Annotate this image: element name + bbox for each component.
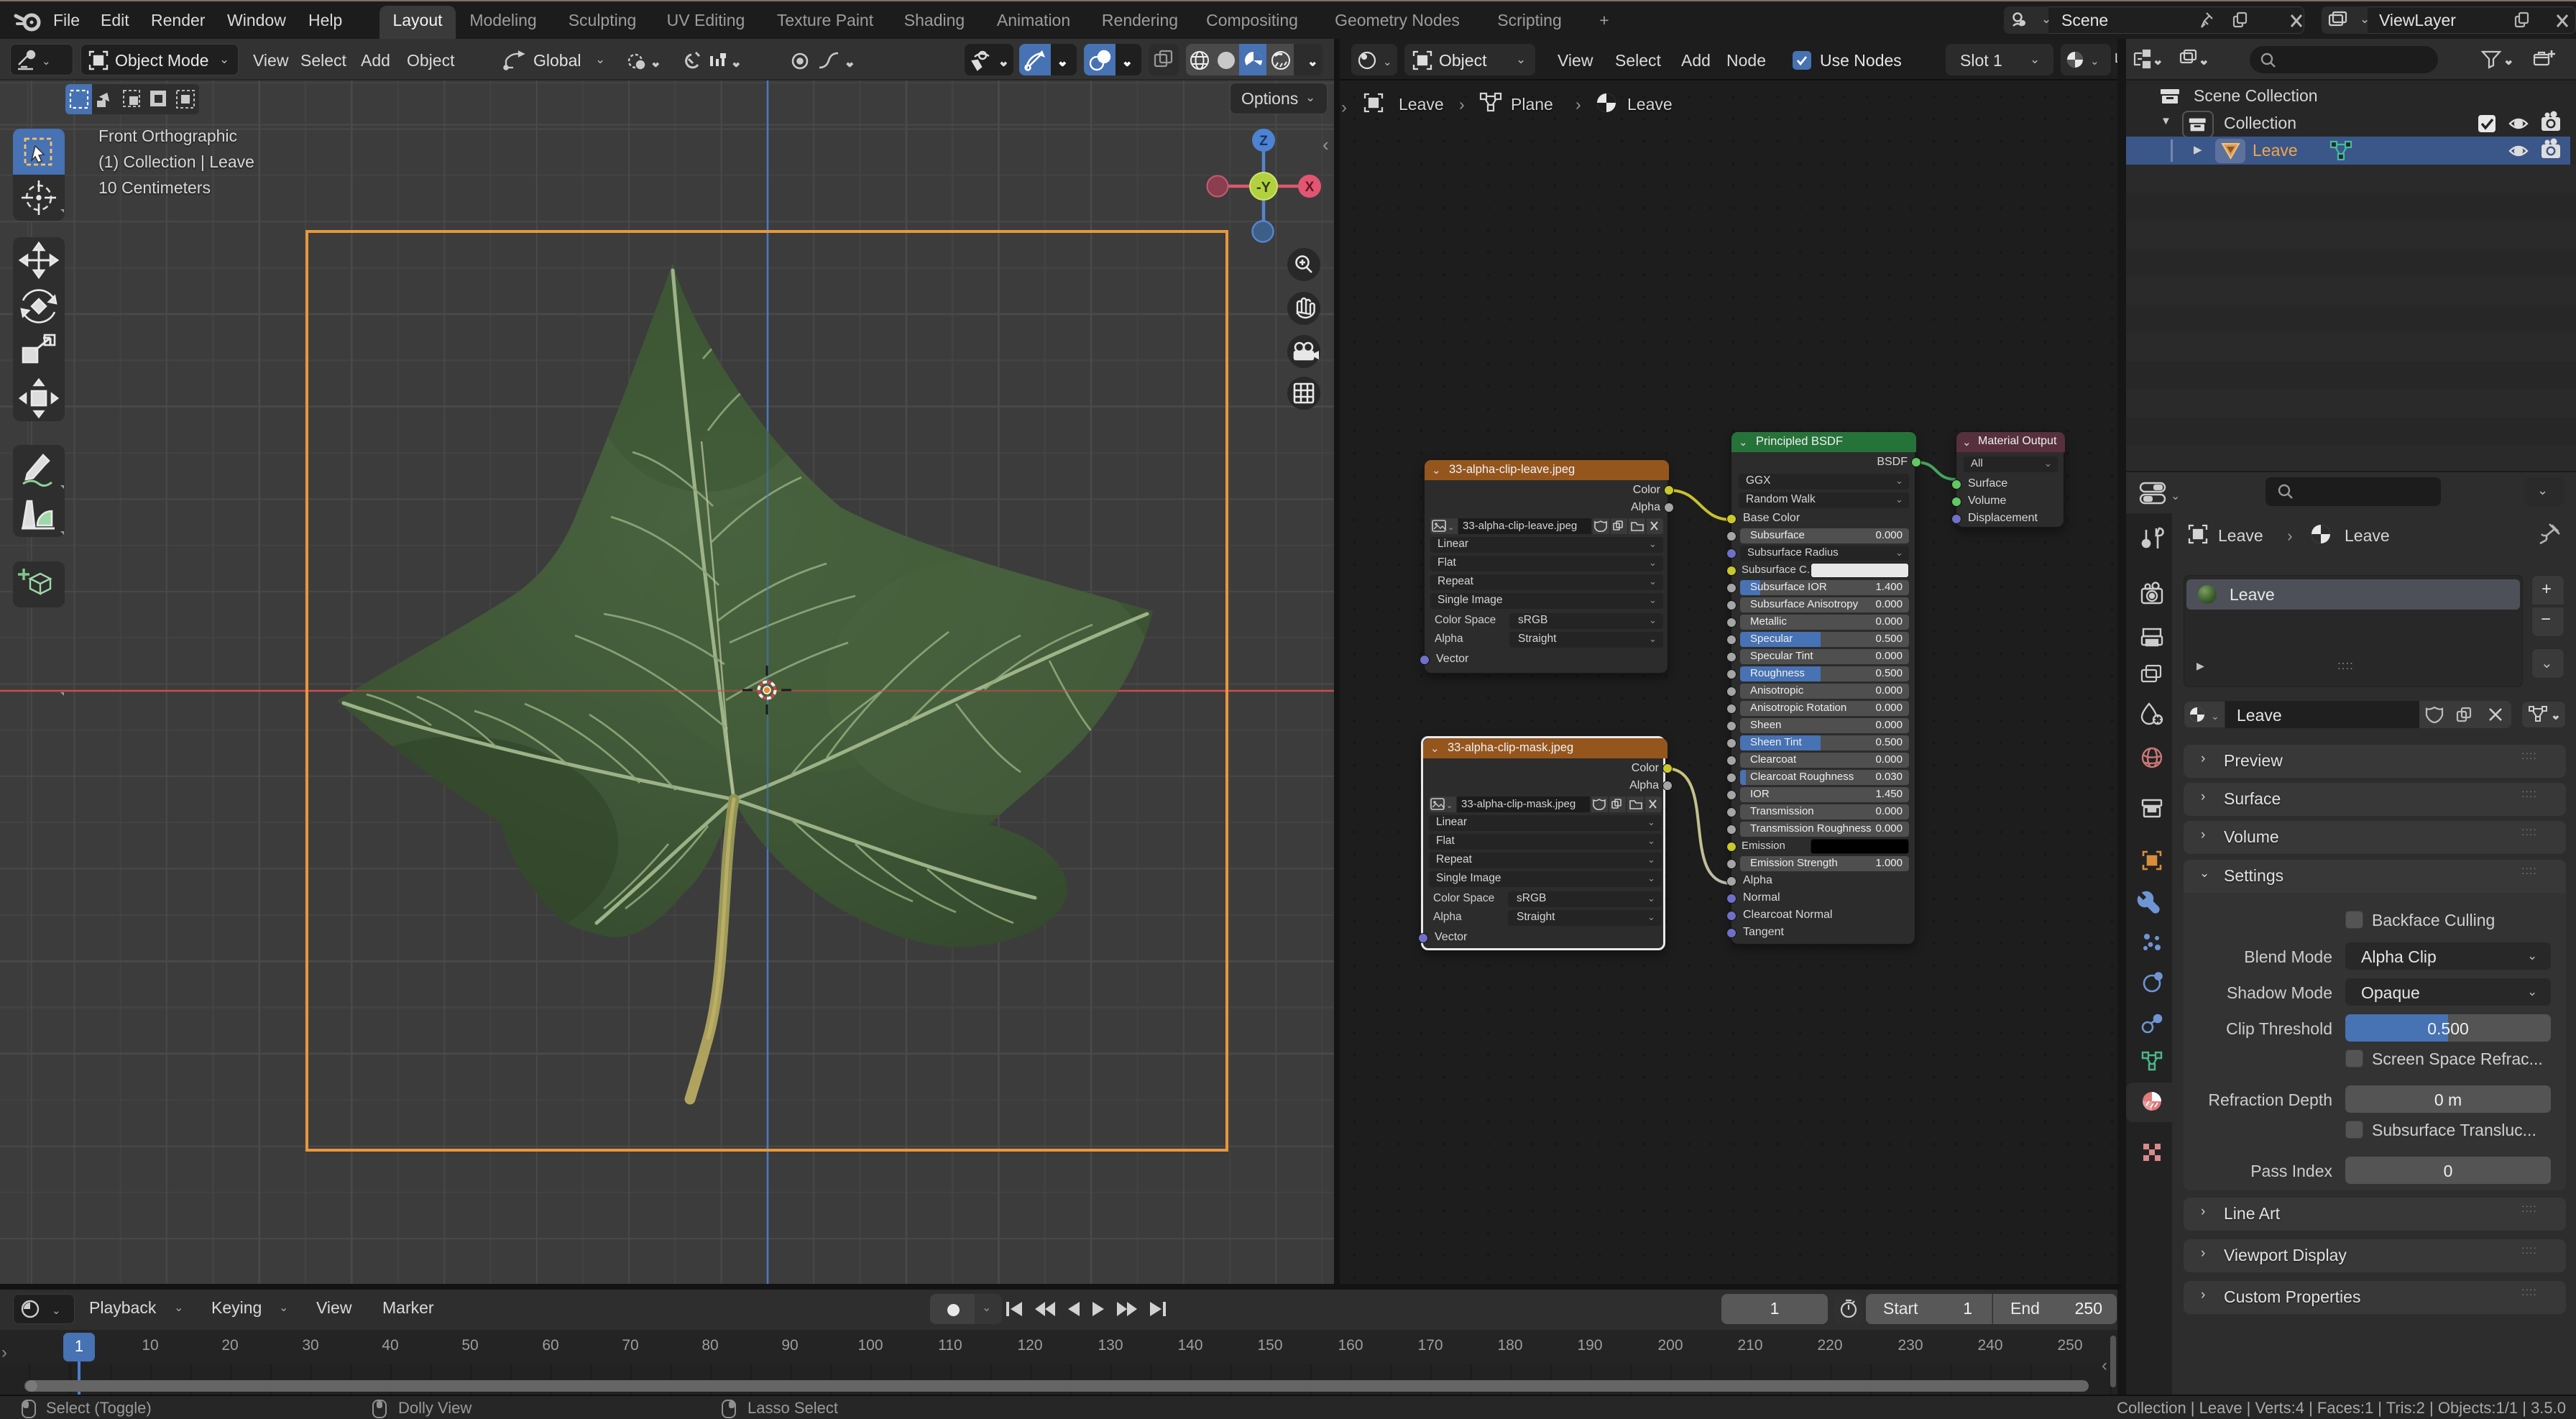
svg-text:-Y: -Y: [1256, 180, 1271, 196]
svg-text:⌄: ⌄: [2153, 55, 2163, 67]
svg-text:⌄: ⌄: [2504, 55, 2513, 67]
svg-text:⌄: ⌄: [651, 57, 661, 69]
svg-text:⌄: ⌄: [2199, 55, 2209, 67]
svg-text:⌄: ⌄: [732, 57, 741, 69]
svg-text:⌄: ⌄: [42, 55, 51, 68]
svg-text:⌄: ⌄: [1308, 56, 1317, 68]
svg-text:X: X: [1305, 180, 1315, 195]
svg-text:⌄: ⌄: [2211, 710, 2220, 722]
svg-text:⌄: ⌄: [2552, 710, 2560, 721]
svg-text:⌄: ⌄: [2171, 490, 2180, 502]
svg-text:⌄: ⌄: [1123, 56, 1132, 68]
svg-text:⌄: ⌄: [1448, 523, 1454, 532]
svg-text:⌄: ⌄: [1058, 56, 1067, 68]
svg-text:⌄: ⌄: [845, 57, 855, 69]
svg-text:Z: Z: [1259, 134, 1268, 149]
svg-text:⌄: ⌄: [52, 1305, 61, 1317]
svg-text:⌄: ⌄: [1446, 802, 1453, 810]
svg-text:⌄: ⌄: [999, 56, 1008, 68]
